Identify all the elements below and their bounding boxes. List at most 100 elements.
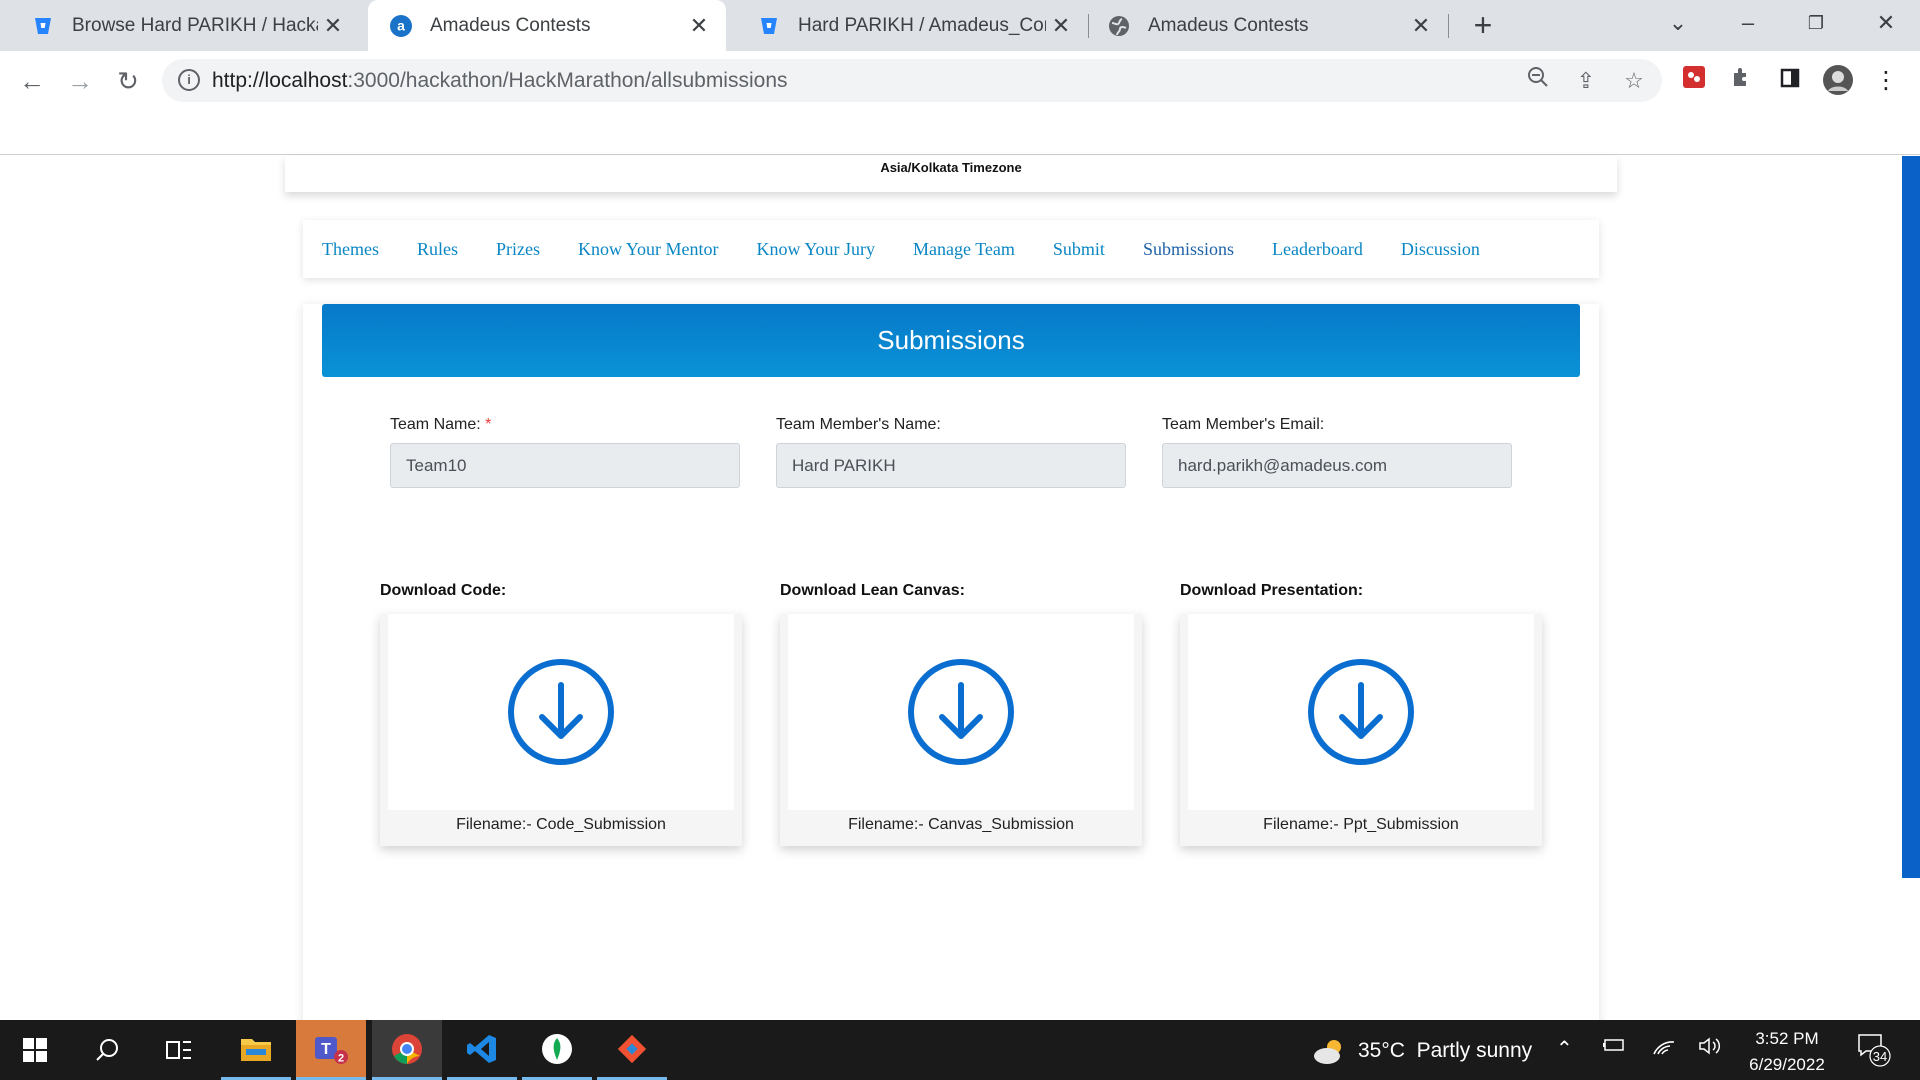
svg-text:T: T [321,1041,331,1058]
site-info-icon[interactable]: i [178,69,200,91]
zoom-icon[interactable] [1522,65,1554,97]
tab-amadeus-contests-2[interactable]: Amadeus Contests ✕ [1090,0,1448,51]
mongodb-compass-icon[interactable] [522,1020,592,1080]
back-arrow-icon[interactable]: ← [14,63,50,99]
notification-center-icon[interactable]: 34 [1856,1032,1892,1074]
download-code-label: Download Code: [380,582,507,599]
browser-tab-strip: Browse Hard PARIKH / Hackathon ✕ a Amade… [0,0,1920,51]
submissions-card: Submissions Team Name: * Team10 Team Mem… [303,304,1599,1062]
code-filename: Filename:- Code_Submission [456,816,666,833]
download-canvas-button[interactable] [788,614,1134,810]
member-email-field: Team Member's Email: hard.parikh@amadeus… [1162,416,1512,488]
tab-amadeus-contests-active[interactable]: a Amadeus Contests ✕ [368,0,726,51]
globe-icon [1108,15,1130,37]
file-explorer-icon[interactable] [221,1020,291,1080]
header-card: Asia/Kolkata Timezone [285,156,1617,192]
url-text[interactable]: http://localhost:3000/hackathon/HackMara… [212,69,788,93]
close-icon[interactable]: ✕ [318,13,348,39]
canvas-filename: Filename:- Canvas_Submission [848,816,1074,833]
window-close-button[interactable]: ✕ [1866,8,1906,38]
teams-icon[interactable]: T2 [296,1020,366,1080]
side-panel-icon[interactable] [1774,65,1806,97]
download-canvas-label: Download Lean Canvas: [780,582,965,599]
url-host: http://localhost [212,69,348,92]
clock-date: 6/29/2022 [1749,1055,1825,1074]
download-presentation-button[interactable] [1188,614,1534,810]
page-content: Asia/Kolkata Timezone Themes Rules Prize… [0,156,1920,1062]
nav-discussion[interactable]: Discussion [1401,239,1480,260]
team-name-label-text: Team Name: [390,416,481,433]
teams-badge-count: 2 [338,1052,344,1064]
member-name-label: Team Member's Name: [776,416,941,433]
close-icon[interactable]: ✕ [1406,13,1436,39]
tab-title: Browse Hard PARIKH / Hackathon [72,14,318,36]
team-name-label: Team Name: * [390,416,740,434]
nav-submit[interactable]: Submit [1053,239,1105,260]
nav-manage-team[interactable]: Manage Team [913,239,1015,260]
clock-time: 3:52 PM [1755,1029,1819,1048]
tab-search-chevron-icon[interactable]: ⌄ [1658,8,1698,38]
minimize-button[interactable]: – [1728,8,1768,38]
download-arrow-icon [908,659,1014,765]
amadeus-icon: a [390,14,412,37]
windows-start-icon[interactable] [0,1020,70,1080]
restore-button[interactable]: ❐ [1796,8,1836,38]
extensions-puzzle-icon[interactable] [1726,65,1758,97]
nav-submissions[interactable]: Submissions [1143,239,1234,260]
forward-arrow-icon[interactable]: → [62,63,98,99]
system-clock[interactable]: 3:52 PM 6/29/2022 [1732,1026,1842,1078]
address-bar[interactable]: i http://localhost:3000/hackathon/HackMa… [162,59,1662,102]
team-name-input[interactable]: Team10 [390,443,740,488]
nav-rules[interactable]: Rules [417,239,458,260]
extension-red-icon[interactable] [1678,65,1710,97]
nav-prizes[interactable]: Prizes [496,239,540,260]
task-view-icon[interactable] [144,1020,214,1080]
tray-chevron-up-icon[interactable]: ⌃ [1556,1036,1573,1061]
presentation-filename: Filename:- Ppt_Submission [1263,816,1459,833]
close-icon[interactable]: ✕ [684,13,714,39]
vscode-icon[interactable] [447,1020,517,1080]
tab-title: Hard PARIKH / Amadeus_Contests [798,14,1046,36]
share-icon[interactable]: ⇪ [1570,65,1602,97]
download-presentation-card[interactable]: Filename:- Ppt_Submission [1180,614,1542,846]
tab-amadeus-contests-repo[interactable]: Hard PARIKH / Amadeus_Contests ✕ [726,0,1088,51]
profile-avatar[interactable] [1822,65,1854,97]
timezone-label: Asia/Kolkata Timezone [880,160,1022,175]
weather-widget[interactable]: 35°C Partly sunny [1312,1036,1532,1066]
chrome-icon[interactable] [372,1020,442,1080]
download-canvas-card[interactable]: Filename:- Canvas_Submission [780,614,1142,846]
tab-separator [1088,14,1089,38]
bitbucket-icon [758,15,780,37]
wifi-icon[interactable] [1652,1036,1676,1062]
weather-desc: Partly sunny [1416,1039,1533,1062]
nav-leaderboard[interactable]: Leaderboard [1272,239,1363,260]
volume-icon[interactable] [1698,1036,1722,1062]
download-code-card[interactable]: Filename:- Code_Submission [380,614,742,846]
team-name-field: Team Name: * Team10 [390,416,740,488]
nav-know-your-jury[interactable]: Know Your Jury [757,239,876,260]
git-icon[interactable] [597,1020,667,1080]
search-icon[interactable] [72,1020,142,1080]
nav-themes[interactable]: Themes [322,239,379,260]
close-icon[interactable]: ✕ [1046,13,1076,39]
download-arrow-icon [1308,659,1414,765]
reload-icon[interactable]: ↻ [110,63,146,99]
battery-icon[interactable] [1602,1036,1626,1060]
download-arrow-icon [508,659,614,765]
tab-separator [1448,14,1449,38]
browser-toolbar: ← → ↻ i http://localhost:3000/hackathon/… [0,51,1920,155]
member-email-input[interactable]: hard.parikh@amadeus.com [1162,443,1512,488]
menu-kebab-icon[interactable]: ⋮ [1870,65,1902,97]
required-asterisk: * [485,416,492,433]
member-name-input[interactable]: Hard PARIKH [776,443,1126,488]
download-presentation-label: Download Presentation: [1180,582,1364,599]
taskbar: T2 35°C Partly sunny ⌃ 3:52 PM 6/29/2022… [0,1020,1920,1080]
new-tab-button[interactable]: + [1466,8,1500,42]
nav-know-your-mentor[interactable]: Know Your Mentor [578,239,719,260]
svg-text:a: a [397,17,405,33]
tab-browse-hackathon[interactable]: Browse Hard PARIKH / Hackathon ✕ [0,0,360,51]
download-code-button[interactable] [388,614,734,810]
bookmark-star-icon[interactable]: ☆ [1618,65,1650,97]
page-scrollbar[interactable] [1902,156,1920,878]
weather-temp: 35°C [1358,1039,1405,1062]
